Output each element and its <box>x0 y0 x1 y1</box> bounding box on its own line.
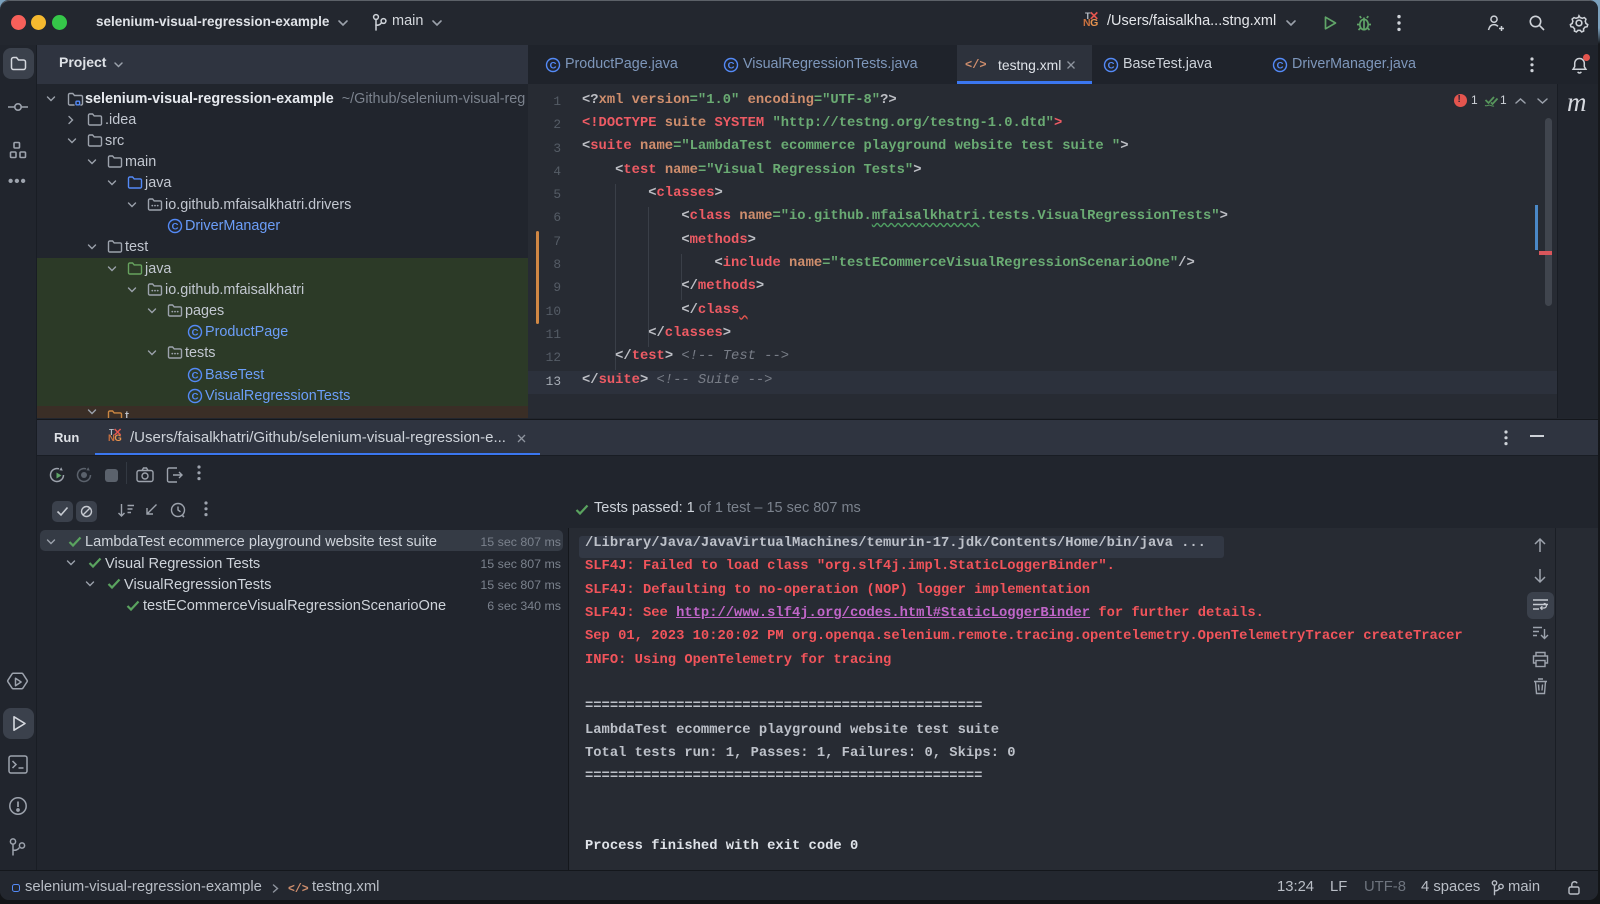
svg-text:C: C <box>192 391 199 402</box>
svg-text:C: C <box>172 221 179 232</box>
svg-text:C: C <box>192 370 199 381</box>
svg-text:C: C <box>550 60 557 71</box>
svg-text:C: C <box>1277 60 1284 71</box>
svg-text:C: C <box>1108 60 1115 71</box>
svg-text:C: C <box>192 327 199 338</box>
svg-text:C: C <box>728 60 735 71</box>
